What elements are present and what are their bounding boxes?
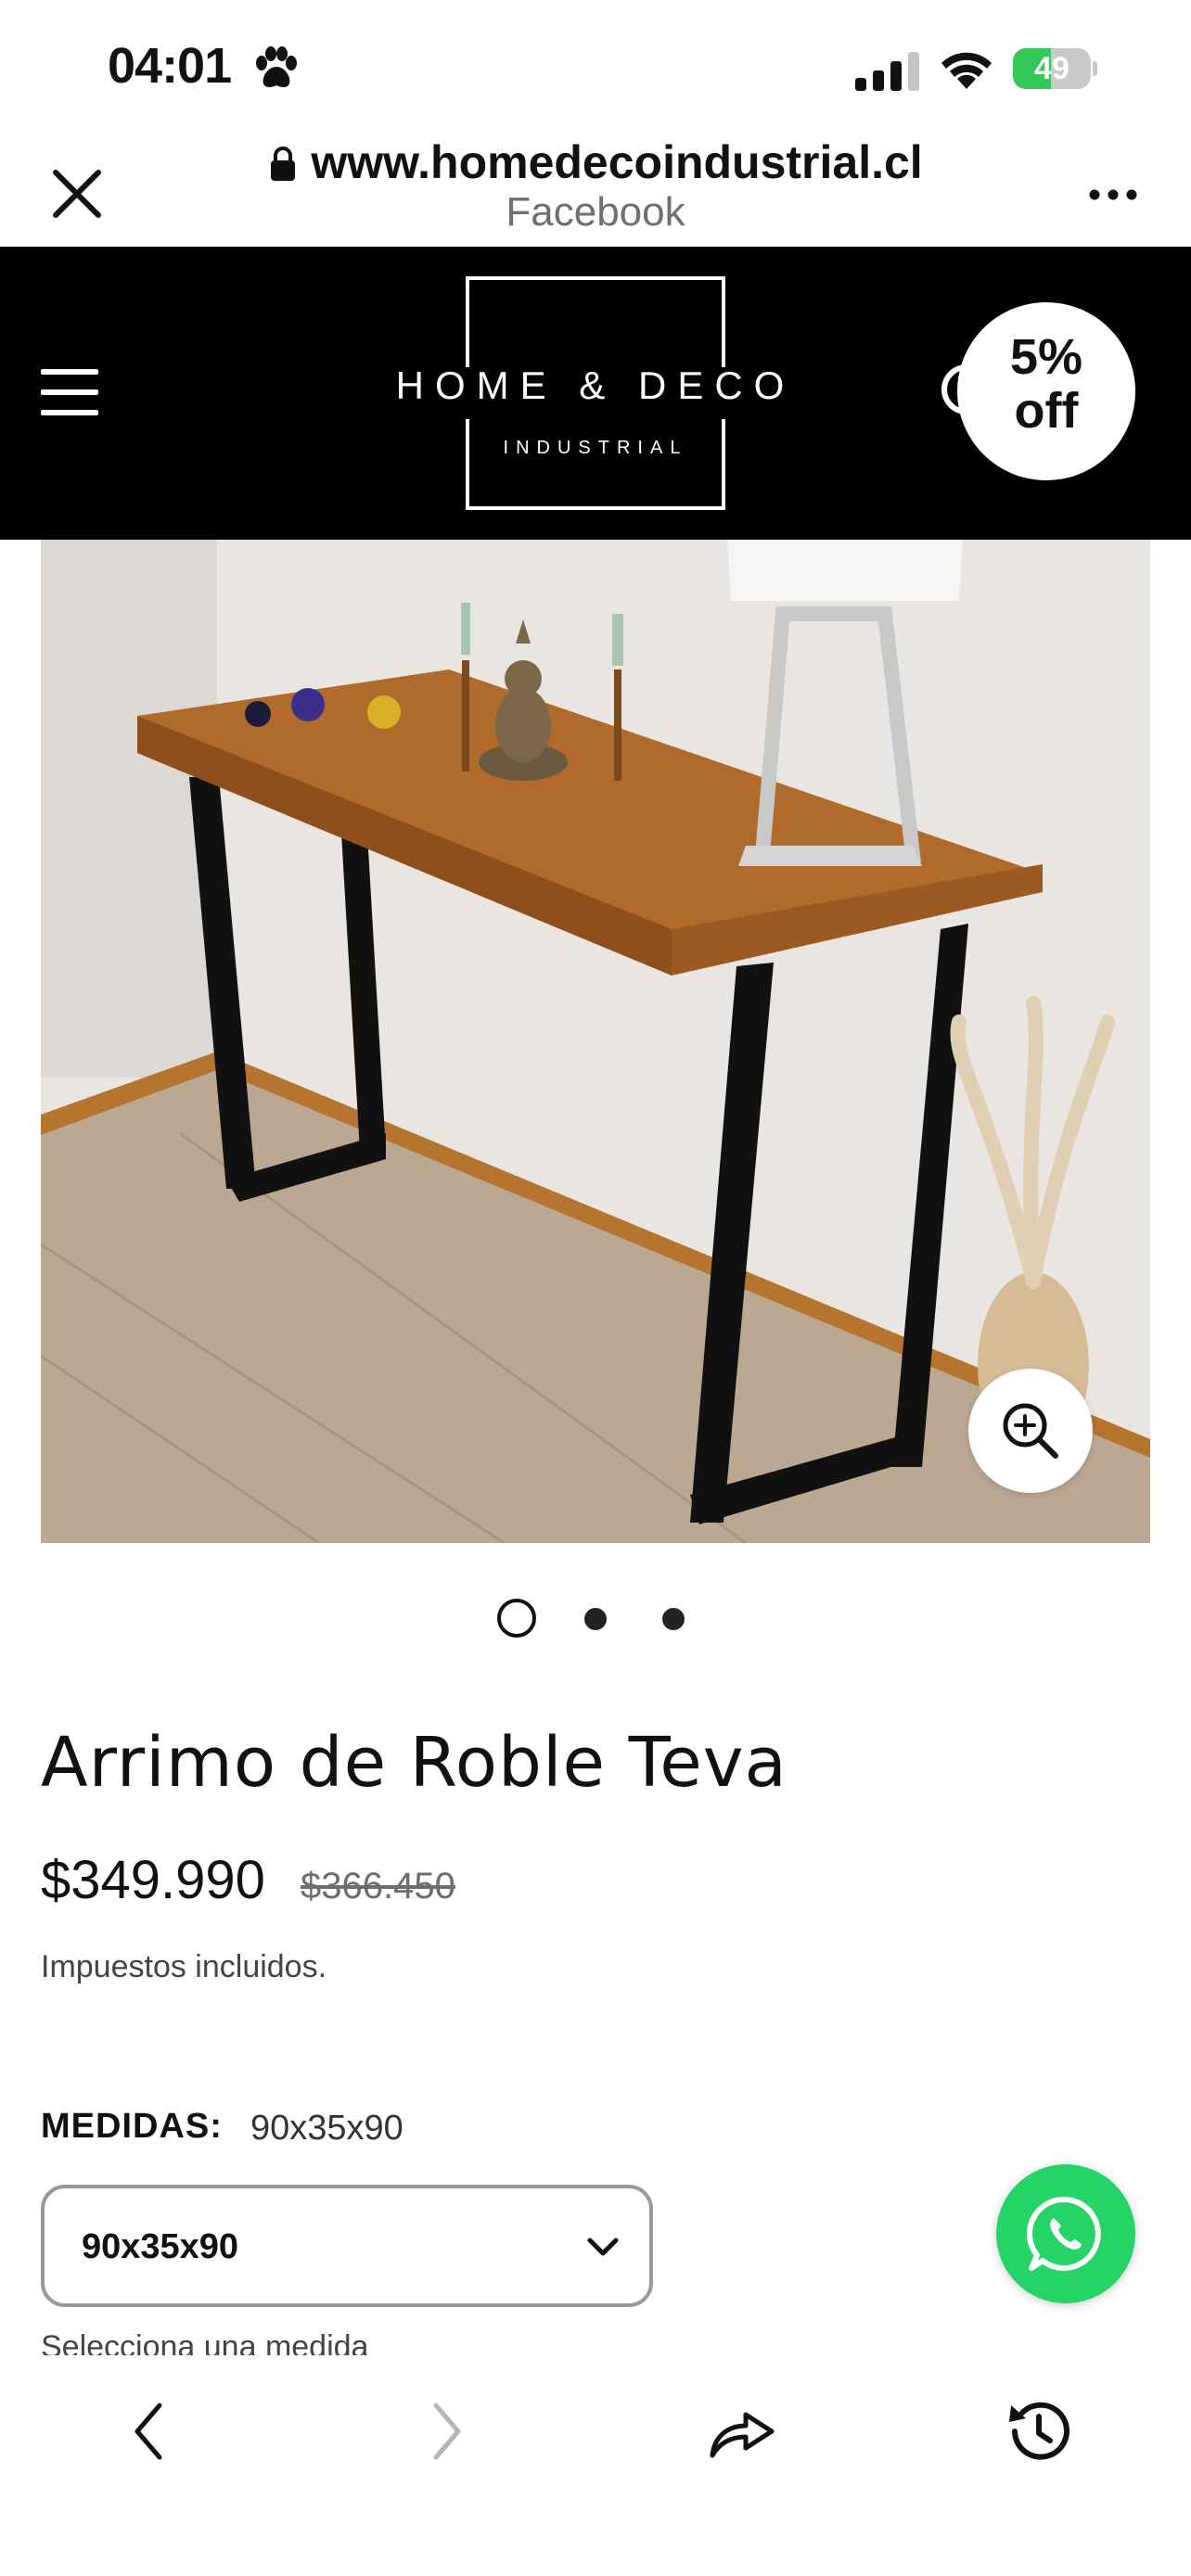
browser-toolbar: [0, 2355, 1191, 2576]
carousel-dot-1[interactable]: [497, 1599, 536, 1638]
zoom-in-icon: [1003, 1403, 1058, 1459]
status-bar: 04:01 49: [0, 0, 1191, 130]
discount-off: off: [1014, 383, 1079, 439]
paw-icon: [256, 46, 297, 87]
product-price: $349.990: [41, 1850, 265, 1910]
source-label: Facebook: [506, 189, 685, 235]
share-icon[interactable]: [705, 2394, 779, 2468]
url-text: www.homedecoindustrial.cl: [311, 136, 923, 188]
history-icon[interactable]: [1002, 2394, 1076, 2468]
zoom-button[interactable]: [968, 1369, 1093, 1493]
logo-text: HOME & DECO: [395, 363, 796, 407]
forward-icon[interactable]: [410, 2394, 484, 2468]
lock-icon: [271, 147, 296, 181]
back-icon[interactable]: [111, 2394, 186, 2468]
size-select-value: 90x35x90: [82, 2227, 239, 2266]
discount-badge[interactable]: 5% off: [957, 302, 1135, 480]
signal-icon: [855, 52, 919, 91]
chevron-down-icon: [587, 2238, 619, 2256]
variant-value: 90x35x90: [250, 2109, 403, 2148]
discount-percent: 5%: [1009, 329, 1083, 385]
size-helper-text: Selecciona una medida: [41, 2329, 369, 2357]
battery-indicator: 49: [1013, 48, 1097, 89]
browser-header: www.homedecoindustrial.cl Facebook: [0, 130, 1191, 247]
whatsapp-button[interactable]: [996, 2164, 1135, 2303]
more-icon[interactable]: [1087, 184, 1139, 206]
wifi-icon: [941, 52, 992, 89]
compare-price: $366.450: [301, 1866, 455, 1906]
product-title: Arrimo de Roble Teva: [41, 1723, 788, 1803]
status-time: 04:01: [108, 38, 232, 94]
variant-label: MEDIDAS:: [41, 2107, 223, 2146]
logo-subtext: INDUSTRIAL: [503, 438, 688, 458]
menu-icon[interactable]: [41, 369, 98, 417]
size-select[interactable]: 90x35x90: [41, 2185, 653, 2307]
carousel-dots: [0, 1599, 1191, 1639]
carousel-dot-3[interactable]: [662, 1608, 685, 1630]
site-header: HOME & DECO INDUSTRIAL 5% off: [0, 247, 1191, 540]
battery-level: 49: [1034, 51, 1069, 86]
whatsapp-icon: [1026, 2196, 1101, 2271]
tax-note: Impuestos incluidos.: [41, 1949, 327, 1984]
url-bar[interactable]: www.homedecoindustrial.cl: [0, 135, 1191, 189]
carousel-dot-2[interactable]: [584, 1608, 607, 1630]
